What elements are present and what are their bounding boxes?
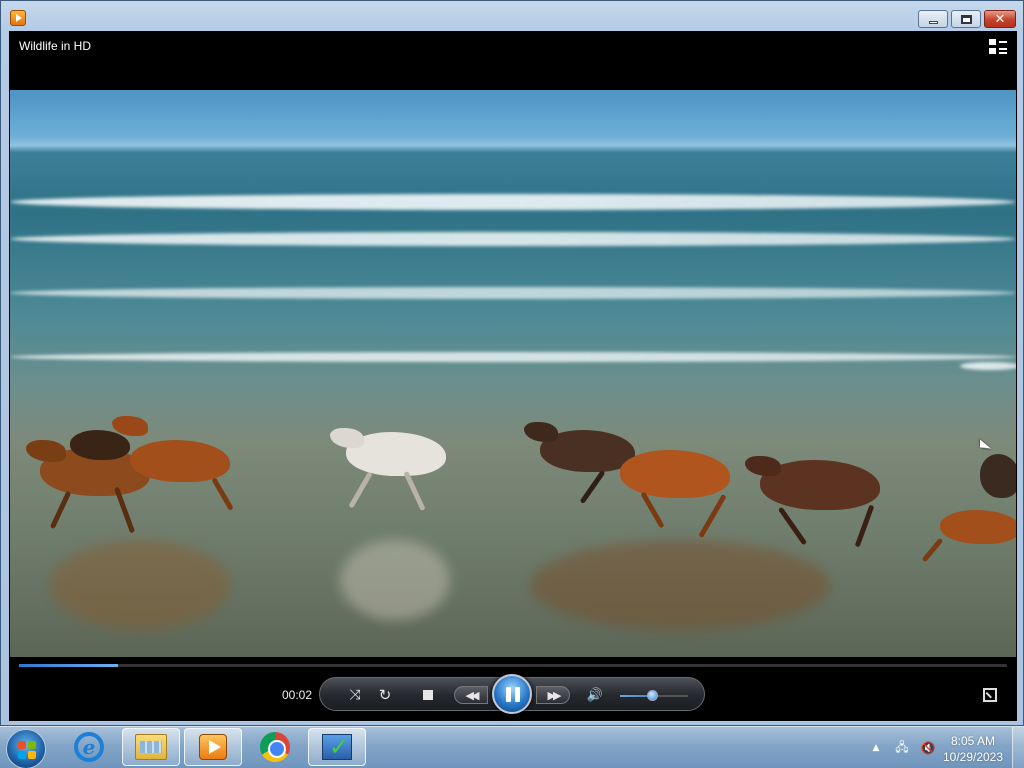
horse-reflection bbox=[340, 540, 450, 620]
clock-date: 10/29/2023 bbox=[942, 750, 1004, 764]
shuffle-button[interactable]: ⤨ bbox=[346, 687, 364, 703]
horse bbox=[980, 454, 1016, 498]
horse-leg bbox=[211, 477, 234, 511]
horse-leg bbox=[579, 470, 606, 504]
grid-icon-part bbox=[999, 52, 1007, 54]
next-button[interactable]: ▶▶ bbox=[536, 686, 570, 704]
wave bbox=[10, 194, 1016, 210]
taskbar: e ▲ 🖧 🔇 8:05 AM 10/29/2023 bbox=[0, 726, 1024, 768]
show-desktop-button[interactable] bbox=[1012, 727, 1024, 768]
maximize-button[interactable] bbox=[951, 10, 981, 28]
wave bbox=[960, 362, 1016, 370]
taskbar-media-player-button[interactable] bbox=[184, 728, 242, 766]
clock[interactable]: 8:05 AM 10/29/2023 bbox=[938, 733, 1008, 765]
wave bbox=[10, 232, 1016, 246]
chrome-icon bbox=[260, 732, 290, 762]
minimize-button[interactable] bbox=[918, 10, 948, 28]
horse-leg bbox=[49, 490, 72, 530]
ie-icon: e bbox=[74, 732, 104, 762]
taskbar-explorer-button[interactable] bbox=[122, 728, 180, 766]
checklist-icon bbox=[322, 733, 352, 761]
close-icon: ✕ bbox=[994, 11, 1006, 27]
next-icon: ▶▶ bbox=[547, 688, 562, 702]
switch-to-library-button[interactable] bbox=[989, 39, 1007, 55]
horse-leg bbox=[777, 506, 808, 546]
grid-icon-part bbox=[989, 48, 996, 54]
horse bbox=[70, 430, 130, 460]
grid-icon-part bbox=[999, 48, 1007, 50]
horse-head bbox=[524, 422, 558, 442]
clock-time: 8:05 AM bbox=[950, 734, 996, 748]
windows-logo-part bbox=[28, 741, 36, 749]
media-player-icon[interactable] bbox=[10, 10, 26, 26]
windows-logo-part bbox=[18, 751, 26, 759]
windows-logo-part bbox=[28, 751, 36, 759]
taskbar-chrome-button[interactable] bbox=[246, 728, 304, 766]
repeat-button[interactable]: ↻ bbox=[376, 686, 394, 704]
horse-head bbox=[26, 440, 66, 462]
horse-reflection bbox=[50, 540, 230, 630]
show-hidden-icons-arrow[interactable]: ▲ bbox=[866, 740, 886, 756]
horse bbox=[940, 510, 1016, 544]
pause-icon bbox=[506, 687, 511, 702]
horse-leg bbox=[921, 537, 944, 563]
previous-icon: ◀◀ bbox=[465, 688, 480, 702]
pause-button[interactable] bbox=[492, 674, 532, 714]
speaker-muted-icon[interactable]: 🔇 bbox=[918, 740, 938, 756]
horse-leg bbox=[698, 493, 727, 539]
mute-button[interactable]: 🔊 bbox=[586, 687, 604, 703]
notification-area: ▲ 🖧 🔇 bbox=[866, 727, 944, 768]
volume-slider-thumb[interactable] bbox=[647, 690, 658, 701]
title-bar[interactable]: ✕ bbox=[1, 1, 1023, 31]
fullscreen-button[interactable] bbox=[983, 688, 997, 702]
wave bbox=[10, 352, 1016, 362]
now-playing-area: Wildlife in HD 00:02 ⤨ ↻ ◀◀ ▶▶ 🔊 bbox=[9, 31, 1017, 721]
wave bbox=[10, 287, 1016, 299]
repeat-icon: ↻ bbox=[378, 686, 392, 704]
pause-icon-bar bbox=[515, 687, 520, 702]
minimize-icon bbox=[928, 20, 938, 24]
start-button[interactable] bbox=[6, 729, 46, 768]
horse-reflection bbox=[530, 540, 830, 630]
folder-icon bbox=[135, 734, 167, 760]
media-title: Wildlife in HD bbox=[19, 39, 92, 53]
grid-icon bbox=[989, 39, 996, 45]
video-frame[interactable] bbox=[10, 90, 1016, 657]
media-player-window: ✕ Wildlife in HD 00:02 ⤨ ↻ ◀◀ ▶▶ 🔊 bbox=[0, 0, 1024, 726]
network-icon[interactable]: 🖧 bbox=[892, 740, 912, 756]
speaker-icon: 🔊 bbox=[586, 687, 604, 703]
taskbar-tasks-button[interactable] bbox=[308, 728, 366, 766]
media-player-icon bbox=[199, 734, 227, 760]
close-button[interactable]: ✕ bbox=[984, 10, 1016, 28]
horse bbox=[620, 450, 730, 498]
horse bbox=[130, 440, 230, 482]
previous-button[interactable]: ◀◀ bbox=[454, 686, 488, 704]
elapsed-time: 00:02 bbox=[282, 688, 313, 702]
maximize-icon bbox=[960, 14, 972, 24]
stop-icon bbox=[423, 690, 433, 700]
stop-button[interactable] bbox=[420, 687, 436, 703]
horse-leg bbox=[854, 504, 875, 548]
horse-leg bbox=[403, 470, 426, 512]
windows-logo-icon bbox=[18, 741, 26, 749]
horse-head bbox=[330, 428, 364, 448]
shuffle-icon: ⤨ bbox=[349, 687, 361, 703]
horse-leg bbox=[348, 471, 373, 509]
grid-icon-part bbox=[999, 41, 1007, 43]
taskbar-ie-button[interactable]: e bbox=[60, 728, 118, 766]
playback-controls: ⤨ ↻ ◀◀ ▶▶ 🔊 bbox=[319, 674, 705, 714]
seek-bar[interactable] bbox=[19, 664, 1007, 667]
seek-progress bbox=[19, 664, 118, 667]
horse-head bbox=[745, 456, 781, 476]
